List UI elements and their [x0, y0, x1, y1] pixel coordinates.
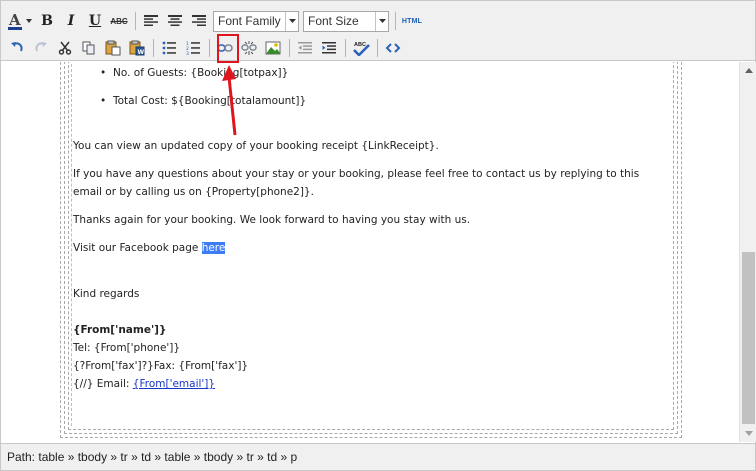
- signature-email: {//} Email: {From['email']}: [73, 375, 215, 393]
- redo-button[interactable]: [31, 38, 51, 58]
- align-left-icon: [144, 15, 158, 26]
- font-size-value: Font Size: [308, 14, 359, 28]
- toolbar-row-formatting: A B I U ABC Font Family Font Size HTML: [7, 10, 427, 32]
- align-right-button[interactable]: [189, 11, 209, 31]
- chevron-down-icon: [285, 11, 298, 31]
- signature-tel: Tel: {From['phone']}: [73, 342, 181, 354]
- bold-button[interactable]: B: [37, 11, 57, 31]
- undo-button[interactable]: [7, 38, 27, 58]
- strikethrough-button[interactable]: ABC: [109, 11, 129, 31]
- list-item: Total Cost: ${Booking[totalamount]}: [100, 95, 306, 107]
- signature-fax: {?From['fax']?}Fax: {From['fax']}: [73, 360, 249, 372]
- editor-content-area[interactable]: No. of Guests: {Booking[totpax]} Total C…: [1, 62, 739, 442]
- spellcheck-button[interactable]: ABC: [351, 38, 371, 58]
- facebook-link-selected[interactable]: here: [201, 242, 226, 254]
- indent-icon: [322, 42, 336, 54]
- image-icon: [265, 41, 281, 55]
- numbered-list-icon: 1 2 3: [186, 41, 200, 55]
- email-link[interactable]: {From['email']}: [133, 378, 215, 390]
- numbered-list-button[interactable]: 1 2 3: [183, 38, 203, 58]
- chevron-up-icon: [744, 68, 753, 73]
- align-center-button[interactable]: [165, 11, 185, 31]
- unlink-icon: [241, 41, 257, 55]
- html-source-button[interactable]: HTML: [401, 11, 423, 31]
- align-right-icon: [192, 15, 206, 26]
- toolbar-separator: [395, 12, 396, 30]
- facebook-text: Visit our Facebook page: [73, 242, 202, 254]
- source-code-button[interactable]: [383, 38, 403, 58]
- indent-button[interactable]: [319, 38, 339, 58]
- rich-text-editor: A B I U ABC Font Family Font Size HTML W…: [0, 0, 756, 471]
- align-center-icon: [168, 15, 182, 26]
- font-color-icon: A: [8, 11, 32, 30]
- toolbar-separator: [153, 39, 154, 57]
- outdent-icon: [298, 42, 312, 54]
- vertical-scrollbar[interactable]: [739, 62, 756, 442]
- svg-text:A: A: [8, 11, 21, 29]
- svg-text:ABC: ABC: [354, 42, 366, 48]
- element-path-statusbar: Path: table » tbody » tr » td » table » …: [1, 443, 755, 470]
- paragraph-questions: If you have any questions about your sta…: [73, 168, 640, 198]
- toolbar-separator: [209, 39, 210, 57]
- copy-button[interactable]: [79, 38, 99, 58]
- underline-button[interactable]: U: [85, 11, 105, 31]
- paragraph-facebook: Visit our Facebook page here: [73, 239, 226, 257]
- scroll-up-button[interactable]: [740, 62, 756, 79]
- bullet-list-icon: [162, 41, 176, 55]
- font-size-select[interactable]: Font Size: [303, 10, 389, 32]
- undo-icon: [11, 42, 23, 52]
- scissors-icon: [58, 41, 72, 55]
- email-prefix: {//} Email:: [73, 378, 133, 390]
- cut-button[interactable]: [55, 38, 75, 58]
- scrollbar-thumb[interactable]: [742, 252, 755, 424]
- paste-word-icon: W: [129, 40, 145, 56]
- toolbar-separator: [345, 39, 346, 57]
- editor-toolbar: A B I U ABC Font Family Font Size HTML W…: [1, 1, 755, 61]
- redo-icon: [35, 42, 47, 52]
- spellcheck-icon: ABC: [353, 42, 370, 56]
- toolbar-separator: [289, 39, 290, 57]
- svg-text:W: W: [138, 49, 145, 56]
- scroll-down-button[interactable]: [740, 425, 756, 442]
- paste-button[interactable]: [103, 38, 123, 58]
- copy-icon: [82, 41, 95, 55]
- unlink-button[interactable]: [239, 38, 259, 58]
- highlight-annotation-box: [217, 34, 239, 63]
- font-color-button[interactable]: A: [7, 11, 33, 31]
- signature-name: {From['name']}: [73, 324, 167, 336]
- cell-outline: [71, 62, 72, 426]
- paragraph-receipt: You can view an updated copy of your boo…: [73, 140, 439, 152]
- svg-text:3: 3: [186, 51, 189, 55]
- italic-button[interactable]: I: [61, 11, 81, 31]
- paste-icon: [105, 40, 121, 56]
- insert-image-button[interactable]: [263, 38, 283, 58]
- strikethrough-label: ABC: [110, 16, 128, 26]
- code-icon: [385, 43, 401, 53]
- outdent-button[interactable]: [295, 38, 315, 58]
- chevron-down-icon: [744, 431, 753, 436]
- html-label: HTML: [401, 17, 423, 25]
- paste-word-button[interactable]: W: [127, 38, 147, 58]
- align-left-button[interactable]: [141, 11, 161, 31]
- toolbar-separator: [377, 39, 378, 57]
- paragraph-regards: Kind regards: [73, 288, 140, 300]
- toolbar-separator: [135, 12, 136, 30]
- toolbar-row-actions: W 1 2 3 ABC: [7, 37, 407, 59]
- font-family-select[interactable]: Font Family: [213, 10, 299, 32]
- paragraph-thanks: Thanks again for your booking. We look f…: [73, 214, 471, 226]
- chevron-down-icon: [375, 11, 388, 31]
- font-family-value: Font Family: [218, 14, 281, 28]
- bullet-list-button[interactable]: [159, 38, 179, 58]
- list-item: No. of Guests: {Booking[totpax]}: [100, 67, 288, 79]
